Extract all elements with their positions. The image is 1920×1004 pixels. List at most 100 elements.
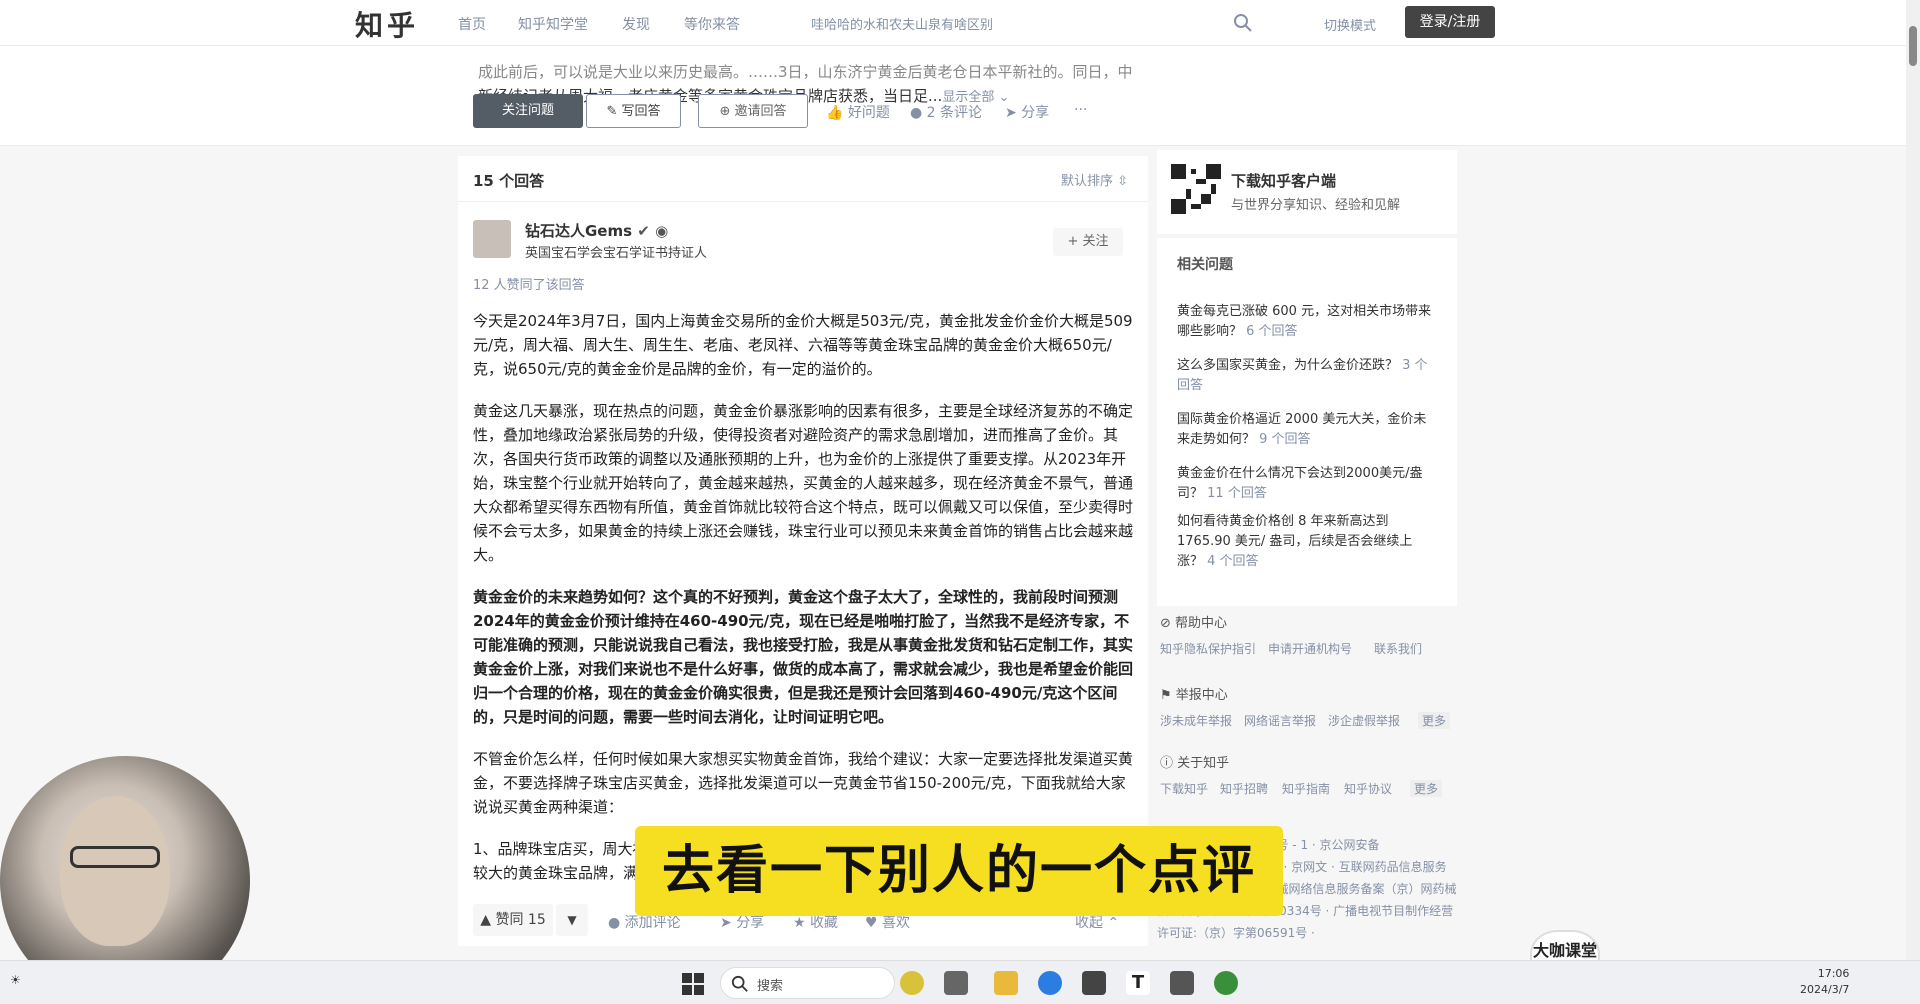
- report-center-heading[interactable]: ⚑ 举报中心: [1160, 684, 1228, 703]
- switch-mode-link[interactable]: 切换模式: [1324, 15, 1376, 34]
- related-answer-count: 6 个回答: [1246, 324, 1298, 339]
- good-question-button[interactable]: 👍 好问题: [826, 102, 890, 122]
- related-question-item[interactable]: 如何看待黄金价格创 8 年来新高达到 1765.90 美元/ 盎司，后续是否会继…: [1177, 512, 1437, 572]
- related-question-text: 黄金每克已涨破 600 元，这对相关市场带来哪些影响？: [1177, 304, 1432, 339]
- weather-widget[interactable]: ☀: [10, 973, 21, 987]
- author-bio: 英国宝石学会宝石学证书持证人: [525, 246, 708, 261]
- sort-label: 默认排序: [1060, 174, 1113, 189]
- nav-home[interactable]: 首页: [458, 14, 486, 34]
- heart-icon: ♥: [865, 915, 878, 931]
- windows-start-icon[interactable]: [682, 973, 704, 995]
- qr-code-icon: [1171, 164, 1221, 214]
- collect-label: 收藏: [810, 915, 839, 931]
- task-view-icon[interactable]: [944, 971, 968, 995]
- zhihu-guide-link[interactable]: 知乎指南: [1282, 780, 1330, 797]
- star-icon: ★: [793, 915, 806, 931]
- member-badge-icon: ◉: [655, 222, 669, 240]
- follow-question-button[interactable]: 关注问题: [473, 94, 583, 128]
- related-question-item[interactable]: 黄金金价在什么情况下会达到2000美元/盎司？ 11 个回答: [1177, 464, 1437, 504]
- share-question-button[interactable]: ➤ 分享: [1005, 102, 1049, 122]
- invite-answer-label: 邀请回答: [734, 104, 787, 119]
- upvote-button[interactable]: ▲ 赞同 15: [473, 904, 553, 936]
- flag-icon: ⚑: [1160, 688, 1172, 703]
- help-icon: ⊘: [1160, 616, 1171, 631]
- comments-button[interactable]: ● 2 条评论: [910, 102, 982, 122]
- file-explorer-icon[interactable]: [994, 971, 1018, 995]
- sun-icon: ☀: [10, 973, 21, 987]
- vote-info: 12 人赞同了该回答: [473, 278, 585, 293]
- store-icon[interactable]: [1082, 971, 1106, 995]
- nav-discover[interactable]: 发现: [622, 14, 650, 34]
- person-plus-icon: ⊕: [719, 104, 735, 119]
- app-download-title: 下载知乎客户端: [1231, 172, 1337, 190]
- sort-dropdown[interactable]: 默认排序 ⇳: [1061, 170, 1128, 189]
- share-icon: ➤: [1005, 105, 1017, 121]
- zhihu-logo[interactable]: 知乎: [355, 4, 419, 44]
- top-navbar: 知乎 首页 知乎知学堂 发现 等你来答 哇哈哈的水和农夫山泉有啥区别 切换模式 …: [0, 0, 1920, 46]
- related-question-item[interactable]: 黄金每克已涨破 600 元，这对相关市场带来哪些影响？ 6 个回答: [1177, 302, 1437, 342]
- nav-zhixuetang[interactable]: 知乎知学堂: [518, 14, 588, 34]
- related-question-item[interactable]: 这么多国家买黄金，为什么金价还跌？ 3 个回答: [1177, 356, 1437, 396]
- fake-company-report-link[interactable]: 涉企虚假举报: [1328, 712, 1400, 729]
- search-input[interactable]: 哇哈哈的水和农夫山泉有啥区别: [793, 8, 1263, 38]
- question-header: 成此前后，可以说是大业以来历史最高。……3日，山东济宁黄金后黄老仓日本平新社的。…: [0, 46, 1920, 146]
- related-question-item[interactable]: 国际黄金价格逼近 2000 美元大关，金价未来走势如何？ 9 个回答: [1177, 410, 1437, 450]
- report-center-label: 举报中心: [1175, 688, 1228, 703]
- presenter-glasses: [70, 846, 160, 868]
- comment-icon: ●: [608, 915, 621, 931]
- search-icon[interactable]: [1233, 13, 1253, 33]
- more-options-button[interactable]: ···: [1074, 102, 1087, 118]
- rumor-report-link[interactable]: 网络谣言举报: [1244, 712, 1316, 729]
- zhihu-terms-link[interactable]: 知乎协议: [1344, 780, 1392, 797]
- related-questions-card: 相关问题 黄金每克已涨破 600 元，这对相关市场带来哪些影响？ 6 个回答 这…: [1157, 238, 1457, 606]
- video-subtitle: 去看一下别人的一个点评: [635, 826, 1283, 916]
- system-clock[interactable]: 17:06 2024/3/7: [1800, 966, 1849, 998]
- contact-us-link[interactable]: 联系我们: [1374, 640, 1422, 657]
- answer-paragraph: 不管金价怎么样，任何时候如果大家想买实物黄金首饰，我给个建议：大家一定要选择批发…: [473, 750, 1134, 816]
- downvote-button[interactable]: ▼: [556, 904, 588, 936]
- verified-badge-icon: ✔: [637, 222, 650, 240]
- minor-report-link[interactable]: 涉未成年举报: [1160, 712, 1232, 729]
- related-answer-count: 4 个回答: [1207, 554, 1259, 569]
- share-label: 分享: [1021, 105, 1050, 121]
- answer-paragraph: 今天是2024年3月7日，国内上海黄金交易所的金价大概是503元/克，黄金批发金…: [473, 312, 1133, 378]
- nav-waiting-answers[interactable]: 等你来答: [684, 14, 740, 34]
- copilot-icon[interactable]: [900, 971, 924, 995]
- zhihu-jobs-link[interactable]: 知乎招聘: [1220, 780, 1268, 797]
- notes-icon[interactable]: [1170, 971, 1194, 995]
- answer-paragraph-bold: 黄金金价的未来趋势如何？这个真的不好预判，黄金这个盘子太大了，全球性的，我前段时…: [473, 588, 1134, 726]
- taskbar-search[interactable]: 搜索: [720, 967, 895, 999]
- author-name-text: 钻石达人Gems: [525, 222, 633, 240]
- about-more-link[interactable]: 更多: [1410, 780, 1443, 797]
- sort-arrows-icon: ⇳: [1117, 174, 1128, 189]
- org-account-link[interactable]: 申请开通机构号: [1268, 640, 1352, 657]
- chrome-icon[interactable]: [1214, 971, 1238, 995]
- avatar[interactable]: [473, 220, 511, 258]
- answer-count: 15 个回答: [473, 172, 545, 190]
- typora-icon[interactable]: T: [1126, 971, 1150, 995]
- write-answer-button[interactable]: ✎ 写回答: [586, 94, 681, 128]
- help-center-heading[interactable]: ⊘ 帮助中心: [1160, 612, 1227, 631]
- answer-list-header: 15 个回答 默认排序 ⇳: [458, 156, 1148, 202]
- related-questions-title: 相关问题: [1177, 257, 1233, 273]
- edge-browser-icon[interactable]: [1038, 971, 1062, 995]
- invite-answer-button[interactable]: ⊕ 邀请回答: [698, 94, 808, 128]
- answer-paragraph: 黄金这几天暴涨，现在热点的问题，黄金金价暴涨影响的因素有很多，主要是全球经济复苏…: [473, 402, 1134, 564]
- share-answer-label: 分享: [736, 915, 765, 931]
- report-more-link[interactable]: 更多: [1418, 712, 1451, 729]
- follow-author-button[interactable]: + 关注: [1053, 228, 1123, 256]
- related-answer-count: 9 个回答: [1259, 432, 1311, 447]
- login-register-button[interactable]: 登录/注册: [1405, 6, 1495, 38]
- app-download-card[interactable]: 下载知乎客户端 与世界分享知识、经验和见解: [1157, 150, 1457, 234]
- clock-time: 17:06: [1817, 967, 1850, 980]
- author-name[interactable]: 钻石达人Gems ✔ ◉: [525, 220, 668, 241]
- windows-taskbar: ☀ 搜索 T 17:06 2024/3/7: [0, 960, 1920, 1004]
- scroll-thumb[interactable]: [1909, 26, 1917, 66]
- pen-icon: ✎: [606, 104, 622, 119]
- clock-date: 2024/3/7: [1800, 983, 1850, 996]
- page-scrollbar[interactable]: [1906, 0, 1920, 960]
- privacy-guide-link[interactable]: 知乎隐私保护指引: [1160, 640, 1256, 657]
- about-zhihu-heading[interactable]: ⓘ 关于知乎: [1160, 752, 1229, 771]
- comment-icon: ●: [910, 105, 923, 121]
- download-zhihu-link[interactable]: 下载知乎: [1160, 780, 1208, 797]
